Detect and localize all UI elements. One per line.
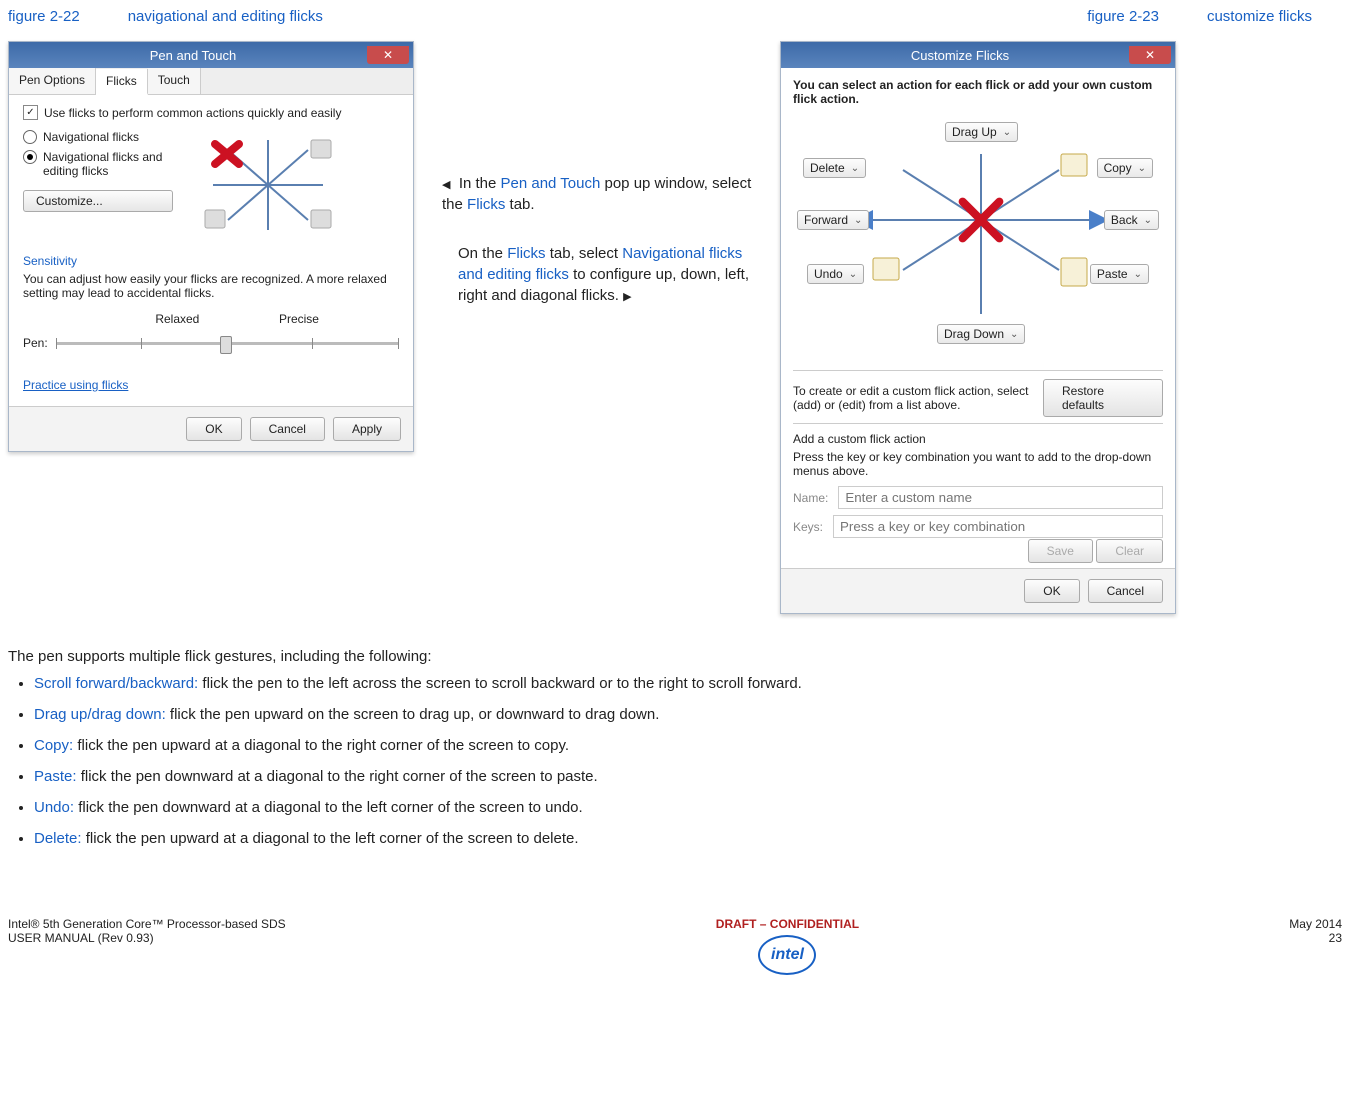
tabs: Pen Options Flicks Touch <box>9 68 413 95</box>
intel-logo-icon: intel <box>758 935 816 975</box>
use-flicks-checkbox-row: ✓ Use flicks to perform common actions q… <box>23 105 399 120</box>
list-item: Delete: flick the pen upward at a diagon… <box>34 830 1342 847</box>
nav-flicks-label: Navigational flicks <box>43 130 139 144</box>
dialog-title: Pen and Touch <box>19 48 367 63</box>
instructions-column: ◀ In the Pen and Touch pop up window, se… <box>442 41 752 334</box>
footer-left-2: USER MANUAL (Rev 0.93) <box>8 931 286 945</box>
customize-flicks-desc: You can select an action for each flick … <box>793 78 1163 106</box>
figure-captions: figure 2-22 navigational and editing fli… <box>8 8 1342 25</box>
list-item: Drag up/drag down: flick the pen upward … <box>34 706 1342 723</box>
cancel-button[interactable]: Cancel <box>250 417 325 441</box>
footer-date: May 2014 <box>1289 917 1342 931</box>
keys-label: Keys: <box>793 520 823 534</box>
drag-down-dropdown[interactable]: Drag Down⌄ <box>937 324 1025 344</box>
list-item: Copy: flick the pen upward at a diagonal… <box>34 737 1342 754</box>
fig-left-num: figure 2-22 <box>8 8 80 25</box>
footer-left-1: Intel® 5th Generation Core™ Processor-ba… <box>8 917 286 931</box>
fig-left-title: navigational and editing flicks <box>128 8 323 25</box>
radio-selected-icon[interactable] <box>23 150 37 164</box>
tab-pen-options[interactable]: Pen Options <box>9 68 96 94</box>
dialog-title: Customize Flicks <box>791 48 1129 63</box>
restore-defaults-button[interactable]: Restore defaults <box>1043 379 1163 417</box>
ok-button[interactable]: OK <box>1024 579 1079 603</box>
keys-input[interactable] <box>833 515 1163 538</box>
clear-button[interactable]: Clear <box>1096 539 1163 563</box>
triangle-right-icon: ▶ <box>623 291 631 303</box>
pen-touch-dialog: Pen and Touch ✕ Pen Options Flicks Touch… <box>8 41 414 452</box>
radio-icon[interactable] <box>23 130 37 144</box>
footer-page: 23 <box>1289 931 1342 945</box>
customize-flicks-diagram: Drag Up⌄ Delete⌄ Copy⌄ Forward⌄ Back⌄ Un… <box>793 114 1163 364</box>
cancel-button[interactable]: Cancel <box>1088 579 1163 603</box>
create-edit-text: To create or edit a custom flick action,… <box>793 384 1043 412</box>
save-button[interactable]: Save <box>1028 539 1093 563</box>
use-flicks-label: Use flicks to perform common actions qui… <box>44 106 341 120</box>
delete-x-icon <box>951 190 1011 250</box>
back-dropdown[interactable]: Back⌄ <box>1104 210 1159 230</box>
figure-row: Pen and Touch ✕ Pen Options Flicks Touch… <box>8 41 1342 614</box>
copy-dropdown[interactable]: Copy⌄ <box>1097 158 1153 178</box>
add-custom-heading: Add a custom flick action <box>793 432 1163 446</box>
checkbox-icon[interactable]: ✓ <box>23 105 38 120</box>
name-label: Name: <box>793 491 828 505</box>
close-icon[interactable]: ✕ <box>367 46 409 64</box>
dialog-titlebar: Pen and Touch ✕ <box>9 42 413 68</box>
forward-dropdown[interactable]: Forward⌄ <box>797 210 869 230</box>
intro-text: The pen supports multiple flick gestures… <box>8 648 1342 665</box>
tab-touch[interactable]: Touch <box>148 68 201 94</box>
body-text: The pen supports multiple flick gestures… <box>8 648 1342 847</box>
sensitivity-heading: Sensitivity <box>23 254 399 268</box>
delete-dropdown[interactable]: Delete⌄ <box>803 158 866 178</box>
slider-thumb-icon[interactable] <box>220 336 232 354</box>
triangle-left-icon: ◀ <box>442 179 450 191</box>
list-item: Scroll forward/backward: flick the pen t… <box>34 675 1342 692</box>
fig-right-title: customize flicks <box>1207 8 1312 25</box>
undo-dropdown[interactable]: Undo⌄ <box>807 264 864 284</box>
footer-confidential: DRAFT – CONFIDENTIAL <box>286 917 1290 931</box>
name-input[interactable] <box>838 486 1163 509</box>
close-icon[interactable]: ✕ <box>1129 46 1171 64</box>
tab-flicks[interactable]: Flicks <box>96 69 148 95</box>
drag-up-dropdown[interactable]: Drag Up⌄ <box>945 122 1018 142</box>
paste-dropdown[interactable]: Paste⌄ <box>1090 264 1149 284</box>
ok-button[interactable]: OK <box>186 417 241 441</box>
customize-flicks-dialog: Customize Flicks ✕ You can select an act… <box>780 41 1176 614</box>
relaxed-label: Relaxed <box>155 312 199 326</box>
nav-edit-flicks-label: Navigational flicks and editing flicks <box>43 150 173 178</box>
dialog-titlebar: Customize Flicks ✕ <box>781 42 1175 68</box>
list-item: Paste: flick the pen downward at a diago… <box>34 768 1342 785</box>
sensitivity-desc: You can adjust how easily your flicks ar… <box>23 272 399 300</box>
page-footer: Intel® 5th Generation Core™ Processor-ba… <box>8 917 1342 975</box>
list-item: Undo: flick the pen downward at a diagon… <box>34 799 1342 816</box>
gesture-list: Scroll forward/backward: flick the pen t… <box>34 675 1342 847</box>
customize-button[interactable]: Customize... <box>23 190 173 212</box>
fig-right-num: figure 2-23 <box>1087 8 1159 25</box>
pen-label: Pen: <box>23 336 48 350</box>
add-custom-desc: Press the key or key combination you wan… <box>793 450 1163 478</box>
practice-link[interactable]: Practice using flicks <box>23 378 399 392</box>
flick-direction-diagram <box>193 130 343 240</box>
nav-edit-flicks-option[interactable]: Navigational flicks and editing flicks <box>23 150 173 178</box>
precise-label: Precise <box>279 312 319 326</box>
apply-button[interactable]: Apply <box>333 417 401 441</box>
sensitivity-slider[interactable] <box>56 342 399 345</box>
nav-flicks-option[interactable]: Navigational flicks <box>23 130 173 144</box>
